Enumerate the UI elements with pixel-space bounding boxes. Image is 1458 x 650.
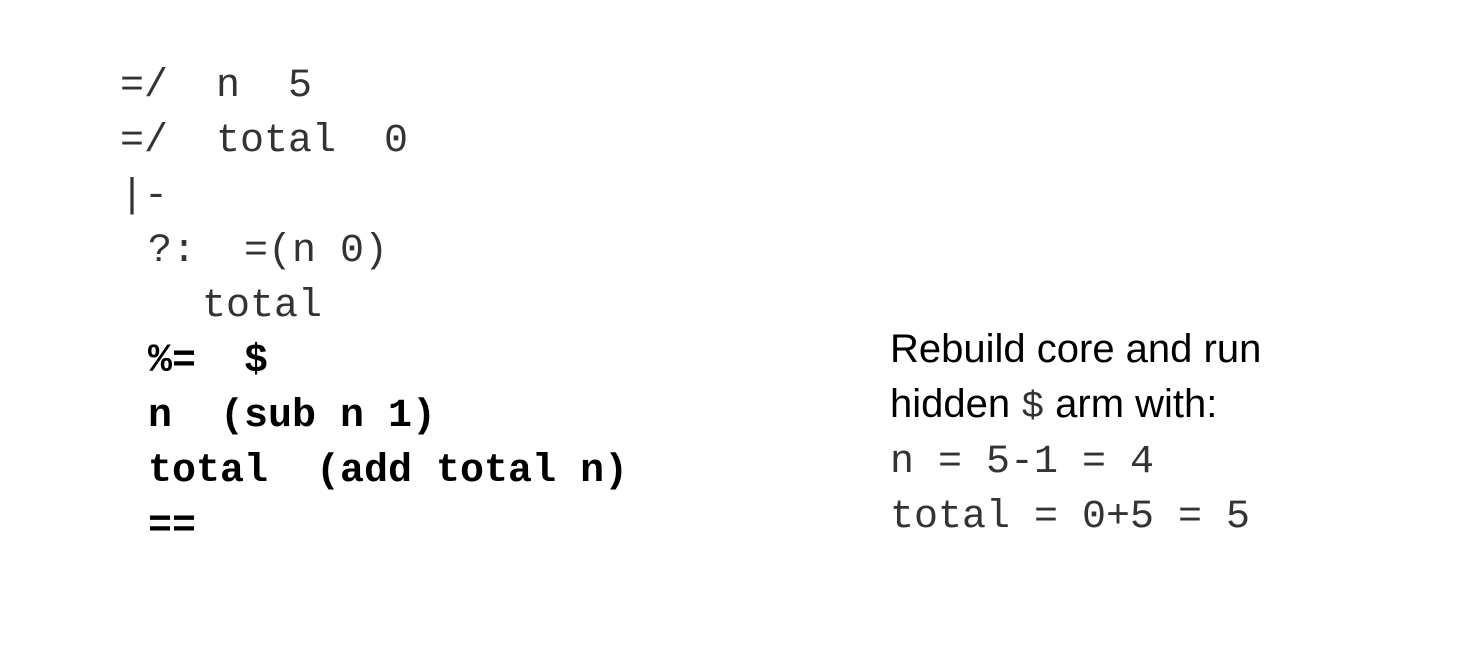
code-line-return-total: total: [202, 284, 323, 329]
result-n: n = 5-1 = 4: [890, 440, 1155, 485]
note-line-2-end: arm with:: [1044, 382, 1218, 426]
code-line-barhep: |-: [120, 174, 169, 219]
result-total: total = 0+5 = 5: [890, 495, 1251, 540]
code-line-pin-total: =/ total 0: [120, 119, 409, 164]
code-line-centis: %= $: [148, 339, 269, 384]
slide: =/ n 5 =/ total 0 |- ?: =(n 0) total %= …: [0, 0, 1458, 650]
hoon-code-block: =/ n 5 =/ total 0 |- ?: =(n 0) total %= …: [0, 0, 820, 650]
buc-symbol: $: [1021, 386, 1045, 429]
code-line-wutcol: ?: =(n 0): [148, 229, 389, 274]
code-line-pin-n: =/ n 5: [120, 64, 313, 109]
code-line-sub-n: n (sub n 1): [148, 394, 437, 439]
note-line-1: Rebuild core and run: [890, 327, 1262, 371]
note-line-2-start: hidden: [890, 382, 1022, 426]
code-line-terminator: ==: [148, 504, 197, 549]
explanation-note: Rebuild core and run hidden $ arm with: …: [890, 322, 1430, 545]
code-line-add-total: total (add total n): [148, 449, 629, 494]
note-line-2: hidden $ arm with:: [890, 377, 1430, 435]
